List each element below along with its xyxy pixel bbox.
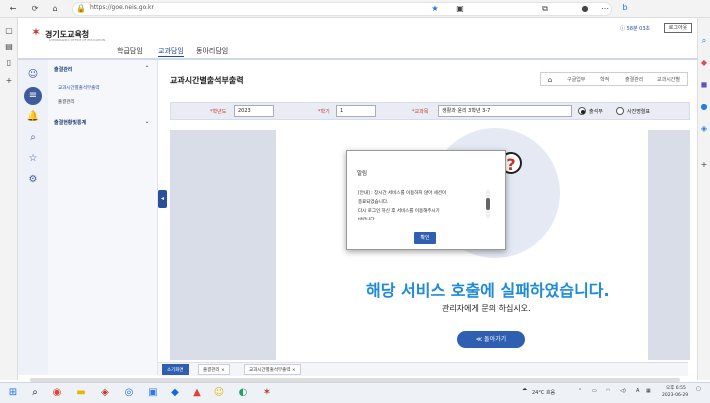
subject-label: *교과목	[412, 109, 429, 115]
attendance-radio[interactable]	[578, 107, 586, 115]
left-menu	[48, 60, 158, 375]
clock-date[interactable]: 2023-06-29	[662, 393, 688, 398]
folder-icon[interactable]: ▬	[74, 386, 88, 400]
tab-strip	[158, 362, 688, 376]
search-icon[interactable]: ⌕	[28, 386, 42, 400]
url-text[interactable]: https://goe.neis.go.kr	[90, 4, 154, 11]
term-select[interactable]: 1	[336, 105, 376, 117]
subject-select[interactable]: 생활과 윤리 3학년 3-7	[438, 105, 572, 117]
workspace-icon[interactable]: ▤	[4, 42, 14, 52]
menu-item-attendance[interactable]: 출결관리	[58, 99, 75, 105]
chevron-down-icon[interactable]: ⌄	[142, 117, 152, 127]
tab-attendance[interactable]: 출결관리 ×	[198, 364, 230, 375]
left-panel	[170, 130, 276, 360]
breadcrumb-3[interactable]: 출결관리	[625, 76, 643, 83]
more-icon[interactable]: ⋯	[600, 4, 610, 14]
photo-list-radio-label[interactable]: 사진명렬표	[627, 108, 650, 115]
tools-icon[interactable]: ◼	[699, 80, 709, 90]
app-icon-6[interactable]: ✶	[260, 386, 274, 400]
app-icon-4[interactable]: ▲	[190, 386, 204, 400]
tab-home[interactable]: 소기화면	[162, 364, 189, 375]
attendance-radio-label[interactable]: 출석부	[589, 108, 603, 115]
right-panel	[648, 130, 690, 360]
games-icon[interactable]: ●	[699, 102, 709, 112]
modal-line: [안내] : 장시간 서비스를 이용하지 않아 세션이	[358, 191, 447, 196]
modal-line: 다시 로그인 하신 후 서비스를 이용해주시기	[358, 209, 440, 214]
photo-list-radio[interactable]	[616, 107, 624, 115]
ok-button[interactable]: 확인	[414, 232, 436, 244]
wifi-icon[interactable]: ◠	[606, 388, 610, 394]
weather-icon[interactable]: ☁	[522, 386, 527, 392]
nav-subject[interactable]: 교과담임	[158, 46, 184, 57]
bing-icon[interactable]: b	[620, 3, 630, 13]
logout-button[interactable]: 로그아웃	[664, 23, 692, 33]
menu-item-subject-attendance[interactable]: 교과시간별출석부출력	[58, 85, 99, 91]
modal-scroll-thumb[interactable]	[486, 198, 490, 210]
bell-icon[interactable]: 🔔	[24, 108, 42, 126]
app-icon-5[interactable]: ◐	[236, 386, 250, 400]
app-icon[interactable]: ◈	[98, 386, 112, 400]
collapse-menu-button[interactable]: ◂	[158, 190, 167, 208]
tray-chevron-icon[interactable]: ⌃	[578, 388, 582, 394]
chevron-up-icon[interactable]: ⌃	[142, 64, 152, 74]
clock-time[interactable]: 오후 6:55	[666, 385, 686, 391]
page-tab-icon[interactable]: ▯	[4, 58, 14, 68]
user-icon[interactable]: ☺	[24, 66, 42, 84]
term-label: *학기	[318, 109, 330, 115]
ime-indicator[interactable]: A	[636, 388, 639, 394]
browser-sidebar-right	[697, 18, 710, 380]
breadcrumb-1[interactable]: 구글업무	[567, 76, 585, 83]
modal-line: 종료되었습니다.	[358, 200, 389, 205]
notification-icon[interactable]: ▢	[696, 386, 701, 392]
weather-text[interactable]: 24°C 흐음	[532, 389, 555, 396]
office-icon[interactable]: ◈	[699, 124, 709, 134]
shopping-icon[interactable]: ◆	[699, 58, 709, 68]
volume-icon[interactable]: ◁)	[620, 388, 626, 394]
year-label: *학년도	[210, 109, 227, 115]
session-timer: ⓘ 58분 03초	[620, 26, 651, 32]
search-sidebar-icon[interactable]: ⌕	[699, 36, 709, 46]
browser-sidebar-left	[0, 18, 18, 380]
network-icon[interactable]: ▭	[592, 388, 597, 394]
error-subtitle: 관리자에게 문의 하십시오.	[442, 304, 531, 313]
page-title: 교과시간별출석부출력	[170, 76, 244, 85]
back-icon[interactable]: ←	[8, 4, 18, 14]
favorite-star-icon[interactable]: ★	[430, 4, 440, 14]
app-icon-3[interactable]: ◆	[168, 386, 182, 400]
add-sidebar-icon[interactable]: +	[699, 160, 709, 170]
home-icon[interactable]: ⌂	[545, 75, 555, 85]
nav-homeroom[interactable]: 학급담임	[117, 46, 143, 56]
tab-subject-attendance[interactable]: 교과시간별출석부출력 ×	[244, 364, 301, 375]
settings-icon[interactable]: ⚙	[24, 171, 42, 189]
modal-title: 알림	[357, 171, 368, 177]
add-tab-icon[interactable]: +	[4, 76, 14, 86]
windows-start-icon[interactable]: ⊞	[6, 386, 20, 400]
refresh-icon[interactable]: ⟳	[30, 4, 40, 14]
menu-section-stats[interactable]: 출결현황및통계	[54, 119, 86, 126]
breadcrumb-4[interactable]: 교과시간별	[657, 76, 680, 83]
profile-icon[interactable]: ●	[580, 4, 590, 14]
breadcrumb-2[interactable]: 학적	[600, 76, 609, 83]
logo-icon: ✶	[31, 25, 42, 39]
home-icon[interactable]: ⌂	[50, 4, 60, 14]
edge-icon[interactable]: ◎	[122, 386, 136, 400]
search-icon[interactable]: ⌕	[24, 129, 42, 147]
collections-icon[interactable]: ⧉	[540, 4, 550, 14]
app-icon-2[interactable]: ▣	[146, 386, 160, 400]
year-select[interactable]: 2023	[234, 105, 274, 117]
tab-actions-icon[interactable]: ▢	[4, 26, 14, 36]
logo-subtitle: GYEONGGIDO OFFICE OF EDUCATION	[49, 38, 105, 42]
menu-icon[interactable]: ≡	[24, 87, 42, 105]
error-title: 해당 서비스 호출에 실패하였습니다.	[366, 281, 610, 300]
lock-icon: 🔒	[76, 4, 86, 13]
keyboard-icon[interactable]: ▦	[646, 388, 651, 394]
star-icon[interactable]: ☆	[24, 150, 42, 168]
nav-club[interactable]: 동아리담임	[196, 46, 228, 56]
menu-section-attendance[interactable]: 출결관리	[54, 66, 72, 73]
chrome-icon[interactable]: ◉	[50, 386, 64, 400]
kakao-icon[interactable]: ☺	[212, 386, 226, 400]
extension-icon[interactable]: ▣	[455, 4, 465, 14]
back-button[interactable]: ≪ 돌아가기	[457, 331, 525, 348]
